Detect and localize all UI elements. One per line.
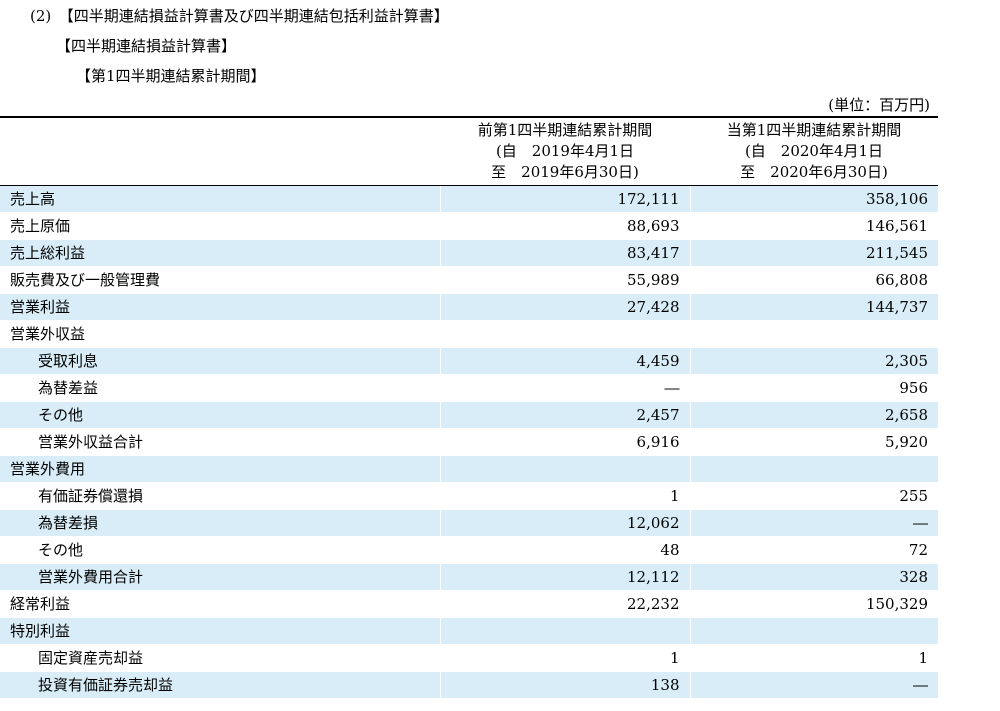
table-row: 投資有価証券売却益 138 ― bbox=[0, 671, 938, 699]
row-label: 売上総利益 bbox=[0, 239, 440, 267]
section-heading: (2) 【四半期連結損益計算書及び四半期連結包括利益計算書】 bbox=[30, 7, 449, 25]
table-row: その他 2,457 2,658 bbox=[0, 401, 938, 429]
row-curr-value: 72 bbox=[689, 536, 938, 564]
table-row: 営業外費用 bbox=[0, 455, 938, 483]
row-label: 経常利益 bbox=[0, 590, 440, 618]
header-label-cell bbox=[0, 116, 440, 186]
table-row: 有価証券償還損 1 255 bbox=[0, 482, 938, 510]
row-curr-value: 255 bbox=[689, 482, 938, 510]
row-label: その他 bbox=[0, 536, 440, 564]
row-prev-value bbox=[439, 617, 690, 645]
row-prev-value: 12,062 bbox=[439, 509, 690, 537]
row-prev-value: ― bbox=[439, 374, 690, 402]
header-prev-period: 前第1四半期連結累計期間 (自 2019年4月1日 至 2019年6月30日) bbox=[440, 116, 690, 186]
row-curr-value bbox=[689, 455, 938, 483]
table-row: 売上高 172,111 358,106 bbox=[0, 185, 938, 213]
row-curr-value: 5,920 bbox=[689, 428, 938, 456]
row-curr-value: 1 bbox=[689, 644, 938, 672]
period-heading: 【第1四半期連結累計期間】 bbox=[76, 67, 266, 85]
row-curr-value: 211,545 bbox=[689, 239, 938, 267]
row-prev-value: 172,111 bbox=[439, 185, 690, 213]
row-curr-value: 956 bbox=[689, 374, 938, 402]
row-prev-value: 2,457 bbox=[439, 401, 690, 429]
row-curr-value: ― bbox=[689, 509, 938, 537]
row-label: 営業利益 bbox=[0, 293, 440, 321]
row-label: 売上原価 bbox=[0, 212, 440, 240]
row-curr-value: 2,305 bbox=[689, 347, 938, 375]
row-label: 投資有価証券売却益 bbox=[0, 671, 440, 699]
row-label: 販売費及び一般管理費 bbox=[0, 266, 440, 294]
row-label: 為替差益 bbox=[0, 374, 440, 402]
table-row: 固定資産売却益 1 1 bbox=[0, 644, 938, 672]
row-curr-value bbox=[689, 617, 938, 645]
table-row: 営業外費用合計 12,112 328 bbox=[0, 563, 938, 591]
row-prev-value: 22,232 bbox=[439, 590, 690, 618]
row-prev-value: 88,693 bbox=[439, 212, 690, 240]
row-label: 営業外収益合計 bbox=[0, 428, 440, 456]
table-row: 特別利益 bbox=[0, 617, 938, 645]
row-label: 有価証券償還損 bbox=[0, 482, 440, 510]
row-prev-value bbox=[439, 320, 690, 348]
row-curr-value: 150,329 bbox=[689, 590, 938, 618]
table-row: 為替差損 12,062 ― bbox=[0, 509, 938, 537]
table-row: 経常利益 22,232 150,329 bbox=[0, 590, 938, 618]
row-label: 特別利益 bbox=[0, 617, 440, 645]
row-curr-value: 328 bbox=[689, 563, 938, 591]
table-row: 売上原価 88,693 146,561 bbox=[0, 212, 938, 240]
row-curr-value: 66,808 bbox=[689, 266, 938, 294]
table-row: 受取利息 4,459 2,305 bbox=[0, 347, 938, 375]
row-label: 受取利息 bbox=[0, 347, 440, 375]
row-prev-value: 1 bbox=[439, 644, 690, 672]
table-row: 営業外収益合計 6,916 5,920 bbox=[0, 428, 938, 456]
curr-period-to: 至 2020年6月30日) bbox=[740, 163, 888, 181]
curr-period-from: (自 2020年4月1日 bbox=[744, 142, 884, 160]
table-row: その他 48 72 bbox=[0, 536, 938, 564]
unit-label: (単位：百万円) bbox=[828, 96, 930, 114]
prev-period-to: 至 2019年6月30日) bbox=[491, 163, 639, 181]
table-header: 前第1四半期連結累計期間 (自 2019年4月1日 至 2019年6月30日) … bbox=[0, 116, 938, 186]
row-curr-value bbox=[689, 320, 938, 348]
row-curr-value: 358,106 bbox=[689, 185, 938, 213]
row-label: 営業外費用合計 bbox=[0, 563, 440, 591]
table-row: 販売費及び一般管理費 55,989 66,808 bbox=[0, 266, 938, 294]
row-label: 営業外費用 bbox=[0, 455, 440, 483]
income-statement-table: 前第1四半期連結累計期間 (自 2019年4月1日 至 2019年6月30日) … bbox=[0, 116, 938, 699]
row-label: 為替差損 bbox=[0, 509, 440, 537]
row-prev-value bbox=[439, 455, 690, 483]
prev-period-from: (自 2019年4月1日 bbox=[495, 142, 635, 160]
row-prev-value: 27,428 bbox=[439, 293, 690, 321]
row-label: 固定資産売却益 bbox=[0, 644, 440, 672]
row-label: 売上高 bbox=[0, 185, 440, 213]
table-row: 営業外収益 bbox=[0, 320, 938, 348]
row-prev-value: 48 bbox=[439, 536, 690, 564]
row-prev-value: 83,417 bbox=[439, 239, 690, 267]
prev-period-title: 前第1四半期連結累計期間 bbox=[477, 121, 653, 139]
row-label: 営業外収益 bbox=[0, 320, 440, 348]
statement-heading: 【四半期連結損益計算書】 bbox=[56, 37, 237, 55]
table-row: 営業利益 27,428 144,737 bbox=[0, 293, 938, 321]
curr-period-title: 当第1四半期連結累計期間 bbox=[726, 121, 902, 139]
row-prev-value: 4,459 bbox=[439, 347, 690, 375]
row-prev-value: 55,989 bbox=[439, 266, 690, 294]
table-row: 為替差益 ― 956 bbox=[0, 374, 938, 402]
row-prev-value: 138 bbox=[439, 671, 690, 699]
header-curr-period: 当第1四半期連結累計期間 (自 2020年4月1日 至 2020年6月30日) bbox=[690, 116, 938, 186]
table-row: 売上総利益 83,417 211,545 bbox=[0, 239, 938, 267]
row-prev-value: 12,112 bbox=[439, 563, 690, 591]
row-curr-value: ― bbox=[689, 671, 938, 699]
row-curr-value: 146,561 bbox=[689, 212, 938, 240]
row-curr-value: 144,737 bbox=[689, 293, 938, 321]
row-prev-value: 6,916 bbox=[439, 428, 690, 456]
row-curr-value: 2,658 bbox=[689, 401, 938, 429]
table-body: 売上高 172,111 358,106 売上原価 88,693 146,561 … bbox=[0, 185, 938, 699]
row-prev-value: 1 bbox=[439, 482, 690, 510]
row-label: その他 bbox=[0, 401, 440, 429]
